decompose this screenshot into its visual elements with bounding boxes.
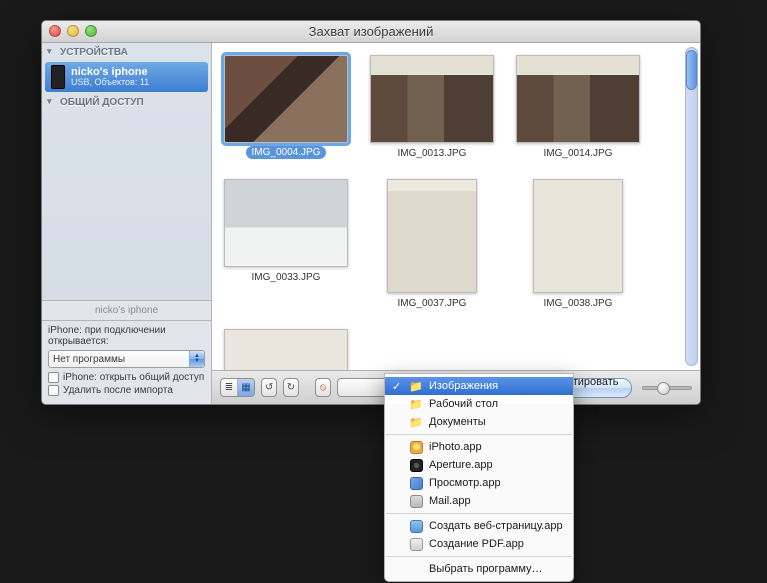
thumbnail-filename: IMG_0014.JPG — [544, 146, 613, 161]
traffic-lights — [49, 25, 97, 37]
checkbox-icon — [48, 385, 59, 396]
open-on-connect-value: Нет программы — [53, 354, 125, 365]
app-icon — [410, 441, 423, 454]
thumbnail-cell[interactable]: IMG_0037.JPG — [370, 179, 494, 311]
no-entry-icon: ⦸ — [320, 382, 327, 393]
menu-item[interactable]: 📁 Документы — [385, 413, 573, 431]
thumbnail-filename: IMG_0037.JPG — [398, 296, 467, 311]
menu-item-label: Создать веб-страницу.app — [429, 520, 563, 532]
destination-menu: 📁 Изображения 📁 Рабочий стол 📁 Документы iPhot… — [384, 373, 574, 582]
folder-icon: 📁 — [409, 380, 423, 393]
delete-checkbox-row[interactable]: Удалить после импорта — [48, 385, 205, 396]
view-mode-segment: ≣ ▦ — [220, 378, 255, 397]
app-icon — [410, 538, 423, 551]
grid-icon: ▦ — [241, 382, 250, 393]
thumbnail-cell[interactable]: IMG_0033.JPG — [224, 179, 348, 311]
rotate-left-button[interactable]: ↺ — [261, 378, 277, 397]
menu-item[interactable]: 📁 Рабочий стол — [385, 395, 573, 413]
sidebar-options: iPhone: при подключении открывается: Нет… — [42, 320, 211, 404]
folder-icon: 📁 — [409, 416, 423, 429]
thumbnail-cell[interactable] — [224, 329, 348, 370]
menu-item-label: iPhoto.app — [429, 441, 482, 453]
app-icon — [410, 520, 423, 533]
content-area: IMG_0004.JPG IMG_0013.JPG IMG_0014.JPG IMG_… — [212, 43, 700, 404]
thumbnail-cell[interactable]: IMG_0038.JPG — [516, 179, 640, 311]
delete-checkbox-label: Удалить после импорта — [63, 385, 173, 396]
menu-item[interactable]: 📁 Изображения — [385, 377, 573, 395]
app-icon — [410, 495, 423, 508]
share-checkbox-label: iPhone: открыть общий доступ — [63, 372, 204, 383]
menu-item-label: Создание PDF.app — [429, 538, 524, 550]
menu-item-label: Mail.app — [429, 495, 471, 507]
scrollbar-thumb[interactable] — [686, 50, 697, 90]
app-icon — [410, 477, 423, 490]
thumbnail-filename: IMG_0004.JPG — [246, 146, 327, 159]
rotate-right-button[interactable]: ↻ — [283, 378, 299, 397]
iphone-icon — [51, 65, 65, 89]
image-capture-window: Захват изображений УСТРОЙСТВА nicko's ip… — [41, 20, 701, 405]
folder-icon: 📁 — [409, 398, 423, 411]
sidebar: УСТРОЙСТВА nicko's iphone USB, Объектов:… — [42, 43, 212, 404]
menu-item-label: Изображения — [429, 380, 498, 392]
thumbnail-cell[interactable]: IMG_0004.JPG — [224, 55, 348, 161]
slider-knob[interactable] — [657, 382, 670, 395]
thumbnail-cell[interactable]: IMG_0013.JPG — [370, 55, 494, 161]
rotate-right-icon: ↻ — [287, 382, 295, 393]
sidebar-heading-devices[interactable]: УСТРОЙСТВА — [42, 43, 211, 61]
list-view-button[interactable]: ≣ — [221, 379, 238, 396]
sidebar-footer-device: nicko's iphone — [42, 300, 211, 320]
menu-item[interactable]: Выбрать программу… — [385, 560, 573, 578]
vertical-scrollbar[interactable] — [685, 47, 698, 366]
checkbox-icon — [48, 372, 59, 383]
app-icon — [410, 459, 423, 472]
thumbnail-filename: IMG_0038.JPG — [544, 296, 613, 311]
list-icon: ≣ — [225, 382, 233, 393]
share-checkbox-row[interactable]: iPhone: открыть общий доступ — [48, 372, 205, 383]
titlebar[interactable]: Захват изображений — [42, 21, 700, 43]
rotate-left-icon: ↺ — [265, 382, 273, 393]
zoom-button[interactable] — [85, 25, 97, 37]
menu-item[interactable]: Создание PDF.app — [385, 535, 573, 553]
sidebar-heading-shared[interactable]: ОБЩИЙ ДОСТУП — [42, 93, 211, 111]
thumbnail-image — [533, 179, 623, 293]
menu-separator — [386, 556, 572, 557]
menu-item-label: Рабочий стол — [429, 398, 498, 410]
open-on-connect-select[interactable]: Нет программы ▲▼ — [48, 350, 205, 368]
thumbnail-area[interactable]: IMG_0004.JPG IMG_0013.JPG IMG_0014.JPG IMG_… — [212, 43, 700, 370]
close-button[interactable] — [49, 25, 61, 37]
open-on-connect-label: iPhone: при подключении открывается: — [48, 325, 205, 347]
thumbnail-image — [224, 55, 348, 143]
thumbnail-size-slider[interactable] — [642, 386, 692, 390]
sidebar-device-item[interactable]: nicko's iphone USB, Объектов: 11 — [45, 62, 208, 92]
thumbnail-image — [224, 329, 348, 370]
menu-item[interactable]: Создать веб-страницу.app — [385, 517, 573, 535]
menu-item[interactable]: Mail.app — [385, 492, 573, 510]
menu-item-label: Выбрать программу… — [429, 563, 543, 575]
thumbnail-image — [224, 179, 348, 267]
thumbnail-filename: IMG_0033.JPG — [252, 270, 321, 285]
thumbnail-image — [387, 179, 477, 293]
thumbnail-cell[interactable]: IMG_0014.JPG — [516, 55, 640, 161]
thumbnail-filename: IMG_0013.JPG — [398, 146, 467, 161]
delete-button[interactable]: ⦸ — [315, 378, 331, 397]
select-stepper-icon: ▲▼ — [189, 351, 204, 367]
minimize-button[interactable] — [67, 25, 79, 37]
menu-item-label: Документы — [429, 416, 486, 428]
thumbnail-image — [516, 55, 640, 143]
thumbnail-image — [370, 55, 494, 143]
menu-item[interactable]: Просмотр.app — [385, 474, 573, 492]
grid-view-button[interactable]: ▦ — [238, 379, 254, 396]
menu-separator — [386, 434, 572, 435]
menu-item[interactable]: iPhoto.app — [385, 438, 573, 456]
device-subtitle: USB, Объектов: 11 — [71, 78, 149, 88]
menu-separator — [386, 513, 572, 514]
menu-item[interactable]: Aperture.app — [385, 456, 573, 474]
window-title: Захват изображений — [309, 24, 434, 39]
menu-item-label: Просмотр.app — [429, 477, 501, 489]
menu-item-label: Aperture.app — [429, 459, 493, 471]
